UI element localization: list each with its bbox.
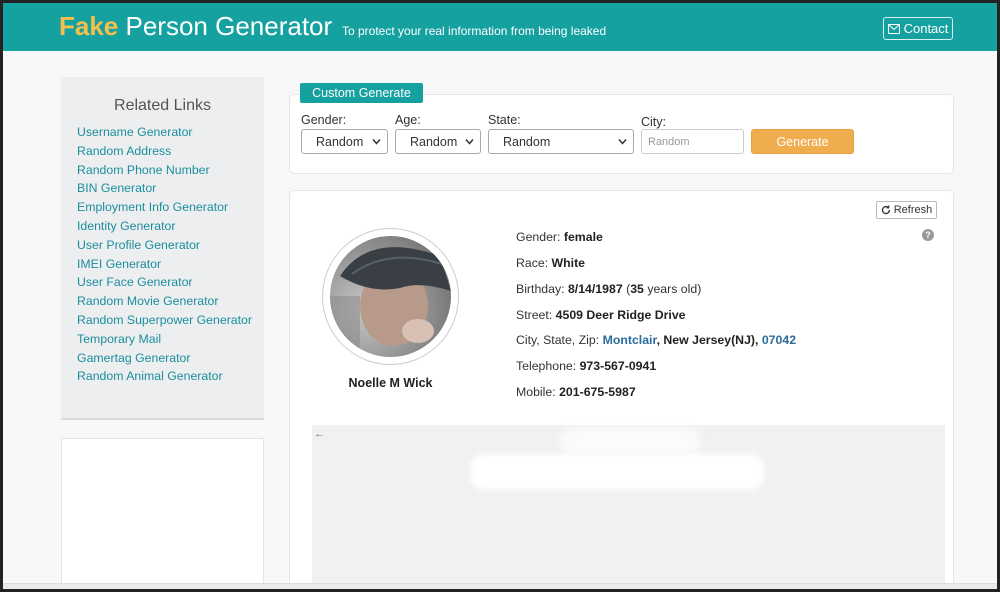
sidebar-link-random-superpower-generator[interactable]: Random Superpower Generator: [77, 311, 264, 330]
sidebar-link-random-animal-generator[interactable]: Random Animal Generator: [77, 367, 264, 386]
sidebar-link-random-phone-number[interactable]: Random Phone Number: [77, 161, 264, 180]
state-separator: ,: [656, 333, 660, 347]
blurred-map-label: [470, 454, 764, 490]
brand-person-generator: Person Generator: [125, 11, 333, 41]
contact-button[interactable]: Contact: [883, 17, 953, 40]
sidebar-link-imei-generator[interactable]: IMEI Generator: [77, 255, 264, 274]
telephone-value: 973-567-0941: [579, 359, 657, 373]
age-label: Age:: [395, 113, 421, 127]
sidebar-link-bin-generator[interactable]: BIN Generator: [77, 179, 264, 198]
city-state-zip-label: City, State, Zip:: [516, 333, 600, 347]
refresh-label: Refresh: [893, 204, 933, 216]
bottom-scroll-edge: [3, 583, 997, 589]
gender-select-value: Random: [316, 134, 364, 149]
chevron-down-icon: [465, 139, 474, 145]
age-suffix: years old): [647, 282, 702, 296]
sidebar-link-user-profile-generator[interactable]: User Profile Generator: [77, 236, 264, 255]
city-state-zip-row: City, State, Zip: Montclair, New Jersey(…: [516, 333, 796, 347]
age-years: 35: [630, 282, 644, 296]
contact-label: Contact: [903, 21, 949, 36]
site-header: Fake Person Generator To protect your re…: [3, 3, 997, 51]
mobile-value: 201-675-5987: [559, 385, 636, 399]
generate-button[interactable]: Generate: [751, 129, 854, 154]
state-label: State:: [488, 113, 521, 127]
gender-row-label: Gender:: [516, 230, 561, 244]
state-select-value: Random: [503, 134, 551, 149]
help-icon[interactable]: ?: [922, 229, 934, 241]
mobile-row: Mobile: 201-675-5987: [516, 385, 636, 399]
street-row: Street: 4509 Deer Ridge Drive: [516, 308, 686, 322]
blurred-map-overlay: [560, 428, 700, 454]
sidebar-ad-box: [61, 438, 264, 588]
telephone-row-label: Telephone:: [516, 359, 577, 373]
sidebar-link-employment-info-generator[interactable]: Employment Info Generator: [77, 198, 264, 217]
state-select[interactable]: Random: [488, 129, 634, 154]
arrow-left-icon[interactable]: ←: [314, 428, 325, 440]
refresh-icon: [881, 205, 890, 215]
avatar: [330, 236, 451, 357]
state-value: New Jersey(NJ): [663, 333, 755, 347]
chevron-down-icon: [372, 139, 381, 145]
refresh-button[interactable]: Refresh: [876, 201, 937, 219]
sidebar-link-gamertag-generator[interactable]: Gamertag Generator: [77, 349, 264, 368]
race-row: Race: White: [516, 256, 585, 270]
person-full-name: Noelle M Wick: [348, 376, 433, 390]
mobile-row-label: Mobile:: [516, 385, 556, 399]
sidebar-link-random-movie-generator[interactable]: Random Movie Generator: [77, 292, 264, 311]
city-link[interactable]: Montclair: [603, 333, 657, 347]
sidebar-link-temporary-mail[interactable]: Temporary Mail: [77, 330, 264, 349]
city-input[interactable]: Random: [641, 129, 744, 154]
sidebar-link-identity-generator[interactable]: Identity Generator: [77, 217, 264, 236]
birthday-value: 8/14/1987: [567, 282, 623, 296]
sidebar-title: Related Links: [114, 97, 211, 114]
related-links-sidebar: Related Links Username Generator Random …: [61, 77, 264, 420]
race-row-label: Race:: [516, 256, 549, 270]
face-photo: [330, 236, 451, 357]
chevron-down-icon: [618, 139, 627, 145]
site-logo[interactable]: Fake Person Generator: [59, 11, 332, 41]
sidebar-link-user-face-generator[interactable]: User Face Generator: [77, 273, 264, 292]
custom-generate-tab[interactable]: Custom Generate: [300, 83, 423, 103]
gender-value: female: [563, 230, 603, 244]
envelope-icon: [887, 23, 900, 34]
race-value: White: [551, 256, 586, 270]
sidebar-link-random-address[interactable]: Random Address: [77, 142, 264, 161]
birthday-row-label: Birthday:: [516, 282, 565, 296]
sidebar-link-username-generator[interactable]: Username Generator: [77, 123, 264, 142]
street-row-label: Street:: [516, 308, 553, 322]
zip-separator: ,: [755, 333, 759, 347]
birthday-row: Birthday: 8/14/1987 (35 years old): [516, 282, 701, 296]
street-value: 4509 Deer Ridge Drive: [555, 308, 686, 322]
brand-fake: Fake: [59, 11, 119, 41]
age-select[interactable]: Random: [395, 129, 481, 154]
telephone-row: Telephone: 973-567-0941: [516, 359, 656, 373]
gender-row: Gender: female: [516, 230, 603, 244]
zip-link[interactable]: 07042: [762, 333, 796, 347]
age-select-value: Random: [410, 134, 458, 149]
gender-label: Gender:: [301, 113, 347, 127]
city-label: City:: [641, 115, 666, 129]
gender-select[interactable]: Random: [301, 129, 388, 154]
related-links-list: Username Generator Random Address Random…: [61, 123, 264, 386]
site-tagline: To protect your real information from be…: [342, 24, 607, 38]
